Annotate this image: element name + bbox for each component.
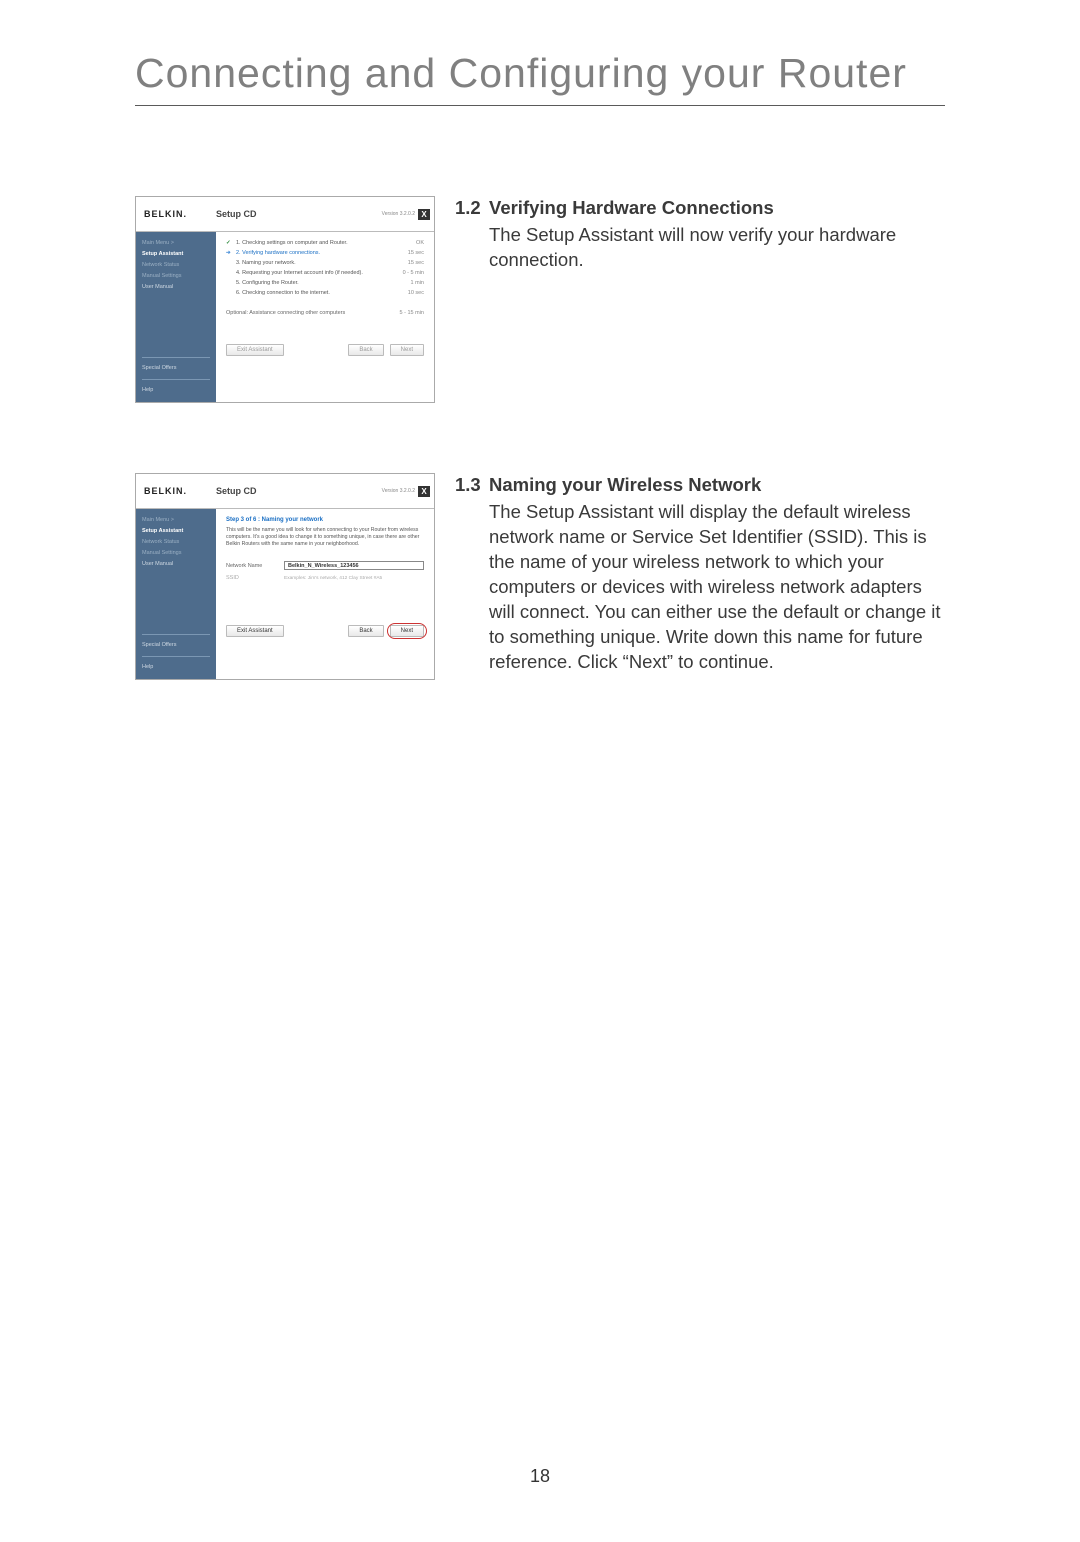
step-label: 4. Requesting your Internet account info… (236, 270, 392, 276)
arrow-right-icon (226, 270, 236, 276)
check-icon: ✓ (226, 240, 236, 246)
network-name-input[interactable]: Belkin_N_Wireless_123456 (284, 561, 424, 570)
window-verify-hardware: BELKIN. Setup CD Version 3.2.0.2 X Main … (135, 196, 435, 403)
version-label: Version 3.2.0.2 (382, 211, 415, 217)
sidebar-item-setup-assistant[interactable]: Setup Assistant (142, 249, 210, 260)
sidebar: Main Menu > Setup Assistant Network Stat… (136, 232, 216, 402)
optional-label: Optional: Assistance connecting other co… (226, 310, 345, 316)
section-1-3: BELKIN. Setup CD Version 3.2.0.2 X Main … (135, 473, 945, 680)
arrow-right-icon: ➔ (226, 250, 236, 256)
network-name-label: Network Name (226, 563, 276, 569)
figure-1-3: BELKIN. Setup CD Version 3.2.0.2 X Main … (135, 473, 435, 680)
sidebar-item-special-offers[interactable]: Special Offers (142, 363, 210, 374)
step-duration: 1 min (392, 280, 424, 286)
sidebar-item-network-status[interactable]: Network Status (142, 537, 210, 548)
ssid-hint: Examples: Jim's network, 412 Clay Street… (284, 576, 382, 581)
sidebar-item-help[interactable]: Help (142, 662, 210, 673)
setup-step: 5. Configuring the Router.1 min (226, 280, 424, 286)
section-number: 1.2 (455, 196, 489, 221)
step-label: 6. Checking connection to the internet. (236, 290, 392, 296)
close-icon[interactable]: X (418, 209, 430, 220)
next-button[interactable]: Next (390, 625, 424, 637)
back-button[interactable]: Back (348, 344, 383, 356)
belkin-logo: BELKIN. (136, 209, 216, 219)
close-icon[interactable]: X (418, 486, 430, 497)
window-title: Setup CD (216, 209, 382, 219)
setup-step: 6. Checking connection to the internet.1… (226, 290, 424, 296)
exit-assistant-button[interactable]: Exit Assistant (226, 625, 284, 637)
sidebar-item-special-offers[interactable]: Special Offers (142, 640, 210, 651)
back-button[interactable]: Back (348, 625, 383, 637)
step-duration: 0 - 5 min (392, 270, 424, 276)
content-area: ✓1. Checking settings on computer and Ro… (216, 232, 434, 402)
page-title: Connecting and Configuring your Router (135, 50, 945, 106)
sidebar-item-user-manual[interactable]: User Manual (142, 559, 210, 570)
step-label: 2. Verifying hardware connections. (236, 250, 392, 256)
step-description: This will be the name you will look for … (226, 527, 424, 547)
sidebar-item-setup-assistant[interactable]: Setup Assistant (142, 526, 210, 537)
step-duration: 15 sec (392, 260, 424, 266)
step-duration: OK (392, 240, 424, 246)
section-body: The Setup Assistant will display the def… (455, 500, 945, 675)
arrow-right-icon (226, 280, 236, 286)
step-label: 5. Configuring the Router. (236, 280, 392, 286)
sidebar: Main Menu > Setup Assistant Network Stat… (136, 509, 216, 679)
belkin-logo: BELKIN. (136, 486, 216, 496)
optional-step: Optional: Assistance connecting other co… (226, 310, 424, 316)
sidebar-item-manual-settings[interactable]: Manual Settings (142, 548, 210, 559)
window-naming-network: BELKIN. Setup CD Version 3.2.0.2 X Main … (135, 473, 435, 680)
window-title: Setup CD (216, 486, 382, 496)
step-duration: 10 sec (392, 290, 424, 296)
sidebar-item-main-menu[interactable]: Main Menu > (142, 238, 210, 249)
section-title: Naming your Wireless Network (489, 474, 761, 495)
step-label: 1. Checking settings on computer and Rou… (236, 240, 392, 246)
optional-duration: 5 - 15 min (400, 310, 424, 316)
figure-1-2: BELKIN. Setup CD Version 3.2.0.2 X Main … (135, 196, 435, 403)
setup-step: 4. Requesting your Internet account info… (226, 270, 424, 276)
exit-assistant-button[interactable]: Exit Assistant (226, 344, 284, 356)
sidebar-item-help[interactable]: Help (142, 385, 210, 396)
section-title: Verifying Hardware Connections (489, 197, 774, 218)
step-label: 3. Naming your network. (236, 260, 392, 266)
step-header: Step 3 of 6 : Naming your network (226, 517, 424, 523)
ssid-label: SSID (226, 575, 276, 581)
section-1-2: BELKIN. Setup CD Version 3.2.0.2 X Main … (135, 196, 945, 403)
sidebar-item-main-menu[interactable]: Main Menu > (142, 515, 210, 526)
page-number: 18 (0, 1466, 1080, 1487)
arrow-right-icon (226, 290, 236, 296)
version-label: Version 3.2.0.2 (382, 488, 415, 494)
section-body: The Setup Assistant will now verify your… (455, 223, 945, 273)
setup-step: ✓1. Checking settings on computer and Ro… (226, 240, 424, 246)
section-number: 1.3 (455, 473, 489, 498)
sidebar-item-manual-settings[interactable]: Manual Settings (142, 271, 210, 282)
setup-step: ➔2. Verifying hardware connections.15 se… (226, 250, 424, 256)
arrow-right-icon (226, 260, 236, 266)
next-button[interactable]: Next (390, 344, 424, 356)
sidebar-item-user-manual[interactable]: User Manual (142, 282, 210, 293)
step-duration: 15 sec (392, 250, 424, 256)
sidebar-item-network-status[interactable]: Network Status (142, 260, 210, 271)
setup-step: 3. Naming your network.15 sec (226, 260, 424, 266)
content-area: Step 3 of 6 : Naming your network This w… (216, 509, 434, 679)
